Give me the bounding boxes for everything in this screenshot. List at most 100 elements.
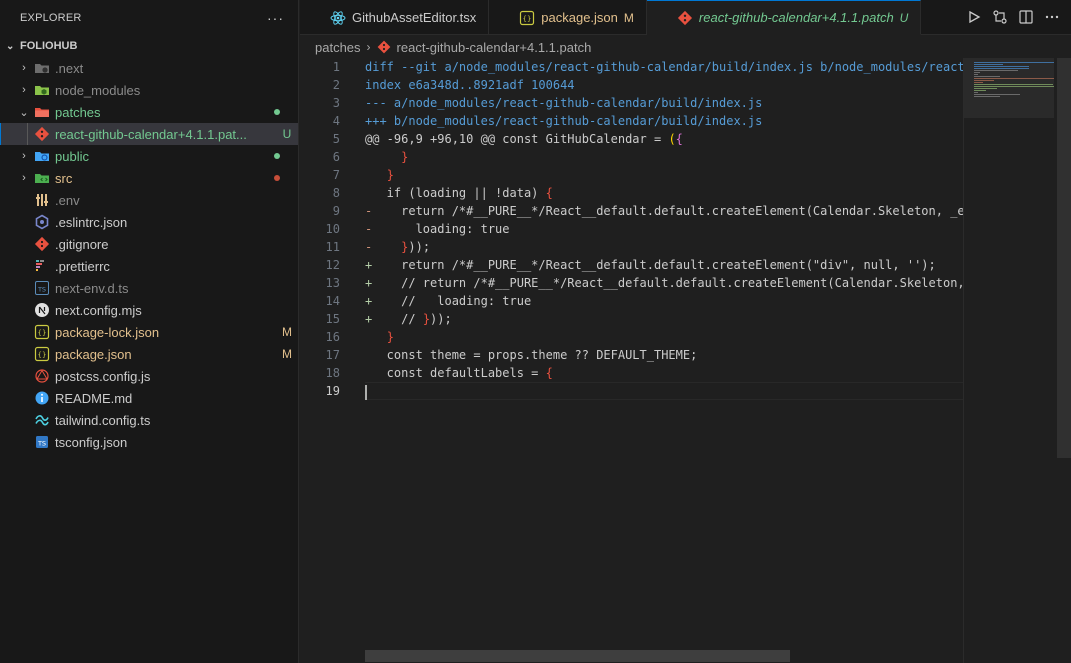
tree-item[interactable]: TS tsconfig.json bbox=[0, 431, 298, 453]
code-editor[interactable]: 1 2 3 4 5 6 7 8 9 10 11 12 13 14 15 16 17 18 19 diff --git… bbox=[300, 58, 963, 663]
tree-item-label: .next bbox=[55, 60, 84, 76]
split-editor-icon[interactable] bbox=[1017, 8, 1035, 26]
folder-node-icon bbox=[34, 82, 50, 98]
git-status-dot bbox=[274, 175, 280, 181]
git-status-dot bbox=[274, 153, 280, 159]
line-number: 19 bbox=[325, 384, 340, 398]
code-line[interactable]: +++ b/node_modules/react-github-calendar… bbox=[365, 112, 963, 130]
tree-item-label: tsconfig.json bbox=[55, 434, 128, 450]
breadcrumb-file[interactable]: react-github-calendar+4.1.1.patch bbox=[397, 40, 592, 55]
minimap-line bbox=[974, 78, 1054, 79]
vertical-scrollbar[interactable] bbox=[1057, 58, 1071, 458]
horizontal-scrollbar[interactable] bbox=[365, 650, 790, 662]
code-line[interactable]: - loading: true bbox=[365, 220, 963, 238]
tab-label: GithubAssetEditor.tsx bbox=[352, 10, 477, 25]
minimap-line bbox=[974, 62, 1054, 63]
line-number: 17 bbox=[325, 348, 340, 362]
json-file-icon: {} bbox=[34, 346, 50, 362]
code-line[interactable]: --- a/node_modules/react-github-calendar… bbox=[365, 94, 963, 112]
react-icon bbox=[330, 10, 346, 26]
code-line[interactable]: const defaultLabels = { bbox=[365, 364, 963, 382]
folder-next-icon bbox=[34, 60, 50, 76]
tree-item[interactable]: react-github-calendar+4.1.1.pat... U bbox=[0, 123, 298, 145]
chevron-down-icon: ⌄ bbox=[6, 40, 15, 52]
line-number: 3 bbox=[332, 96, 340, 110]
svg-text:TS: TS bbox=[37, 286, 46, 294]
tree-item[interactable]: TS next-env.d.ts bbox=[0, 277, 298, 299]
git-patch-file-icon bbox=[677, 10, 693, 26]
explorer-title: EXPLORER bbox=[20, 11, 82, 24]
code-line[interactable]: + // return /*#__PURE__*/React__default.… bbox=[365, 274, 963, 292]
tree-item-label: react-github-calendar+4.1.1.pat... bbox=[55, 126, 247, 142]
git-patch-file-icon bbox=[377, 40, 391, 54]
tree-item[interactable]: .prettierrc bbox=[0, 255, 298, 277]
tree-item[interactable]: next.config.mjs bbox=[0, 299, 298, 321]
minimap[interactable] bbox=[963, 58, 1071, 663]
tree-item[interactable]: .eslintrc.json bbox=[0, 211, 298, 233]
project-section-header[interactable]: ⌄ FOLIOHUB bbox=[0, 35, 298, 57]
minimap-line bbox=[974, 70, 1018, 71]
tree-item[interactable]: › public bbox=[0, 145, 298, 167]
code-line[interactable]: @@ -96,9 +96,10 @@ const GitHubCalendar … bbox=[365, 130, 963, 148]
tab-label: react-github-calendar+4.1.1.patch bbox=[698, 10, 894, 25]
svg-text:TS: TS bbox=[37, 440, 46, 448]
svg-text:{}: {} bbox=[38, 351, 47, 359]
code-line[interactable]: + // })); bbox=[365, 310, 963, 328]
code-line[interactable]: + // loading: true bbox=[365, 292, 963, 310]
tree-item[interactable]: tailwind.config.ts bbox=[0, 409, 298, 431]
code-line[interactable]: + return /*#__PURE__*/React__default.def… bbox=[365, 256, 963, 274]
file-tree: › .next › node_modules ⌄ patches react-github-… bbox=[0, 57, 298, 453]
tree-item-label: .gitignore bbox=[55, 236, 109, 252]
code-line[interactable]: diff --git a/node_modules/react-github-c… bbox=[365, 58, 963, 76]
code-line[interactable] bbox=[365, 382, 963, 400]
tree-item-label: next-env.d.ts bbox=[55, 280, 129, 296]
more-actions-icon[interactable]: ··· bbox=[267, 10, 284, 26]
compare-icon[interactable] bbox=[991, 8, 1009, 26]
chevron-right-icon: › bbox=[22, 84, 26, 96]
code-line[interactable]: const theme = props.theme ?? DEFAULT_THE… bbox=[365, 346, 963, 364]
line-number: 5 bbox=[332, 132, 340, 146]
code-line[interactable]: if (loading || !data) { bbox=[365, 184, 963, 202]
tree-item[interactable]: › node_modules bbox=[0, 79, 298, 101]
more-icon[interactable] bbox=[1043, 8, 1061, 26]
editor-tab[interactable]: react-github-calendar+4.1.1.patch U bbox=[646, 0, 922, 35]
tree-item-label: README.md bbox=[55, 390, 133, 406]
tree-item[interactable]: .env bbox=[0, 189, 298, 211]
code-line[interactable]: } bbox=[365, 328, 963, 346]
tabs: GithubAssetEditor.tsx {} package.json Mreac… bbox=[300, 0, 922, 35]
tree-item-label: .eslintrc.json bbox=[55, 214, 128, 230]
code-line[interactable]: } bbox=[365, 166, 963, 184]
editor-tab[interactable]: GithubAssetEditor.tsx bbox=[300, 0, 490, 35]
tree-item[interactable]: › src bbox=[0, 167, 298, 189]
minimap-line bbox=[974, 68, 1029, 69]
code-line[interactable]: index e6a348d..8921adf 100644 bbox=[365, 76, 963, 94]
line-number: 14 bbox=[325, 294, 340, 308]
project-name: FOLIOHUB bbox=[20, 40, 78, 52]
code-lines[interactable]: diff --git a/node_modules/react-github-c… bbox=[365, 58, 963, 400]
tree-item[interactable]: › .next bbox=[0, 57, 298, 79]
minimap-line bbox=[974, 74, 978, 75]
tree-item[interactable]: .gitignore bbox=[0, 233, 298, 255]
git-status-badge: M bbox=[282, 347, 292, 361]
breadcrumb: patches › react-github-calendar+4.1.1.pa… bbox=[300, 36, 591, 58]
editor-tab[interactable]: {} package.json M bbox=[489, 0, 647, 35]
tsconfig-file-icon: TS bbox=[34, 434, 50, 450]
tree-item[interactable]: {} package-lock.json M bbox=[0, 321, 298, 343]
line-number: 11 bbox=[325, 240, 340, 254]
git-patch-file-icon bbox=[34, 126, 50, 142]
tree-item-label: node_modules bbox=[55, 82, 141, 98]
git-status-badge: U bbox=[282, 127, 292, 141]
code-line[interactable]: - return /*#__PURE__*/React__default.def… bbox=[365, 202, 963, 220]
tab-git-status: M bbox=[623, 10, 634, 25]
tree-item[interactable]: README.md bbox=[0, 387, 298, 409]
tree-item[interactable]: ⌄ patches bbox=[0, 101, 298, 123]
tree-item-label: src bbox=[55, 170, 73, 186]
breadcrumb-folder[interactable]: patches bbox=[315, 40, 361, 55]
indent-guide bbox=[27, 123, 28, 145]
run-icon[interactable] bbox=[965, 8, 983, 26]
code-line[interactable]: - })); bbox=[365, 238, 963, 256]
tree-item[interactable]: postcss.config.js bbox=[0, 365, 298, 387]
code-line[interactable]: } bbox=[365, 148, 963, 166]
explorer-header: EXPLORER ··· bbox=[0, 0, 298, 35]
tree-item[interactable]: {} package.json M bbox=[0, 343, 298, 365]
